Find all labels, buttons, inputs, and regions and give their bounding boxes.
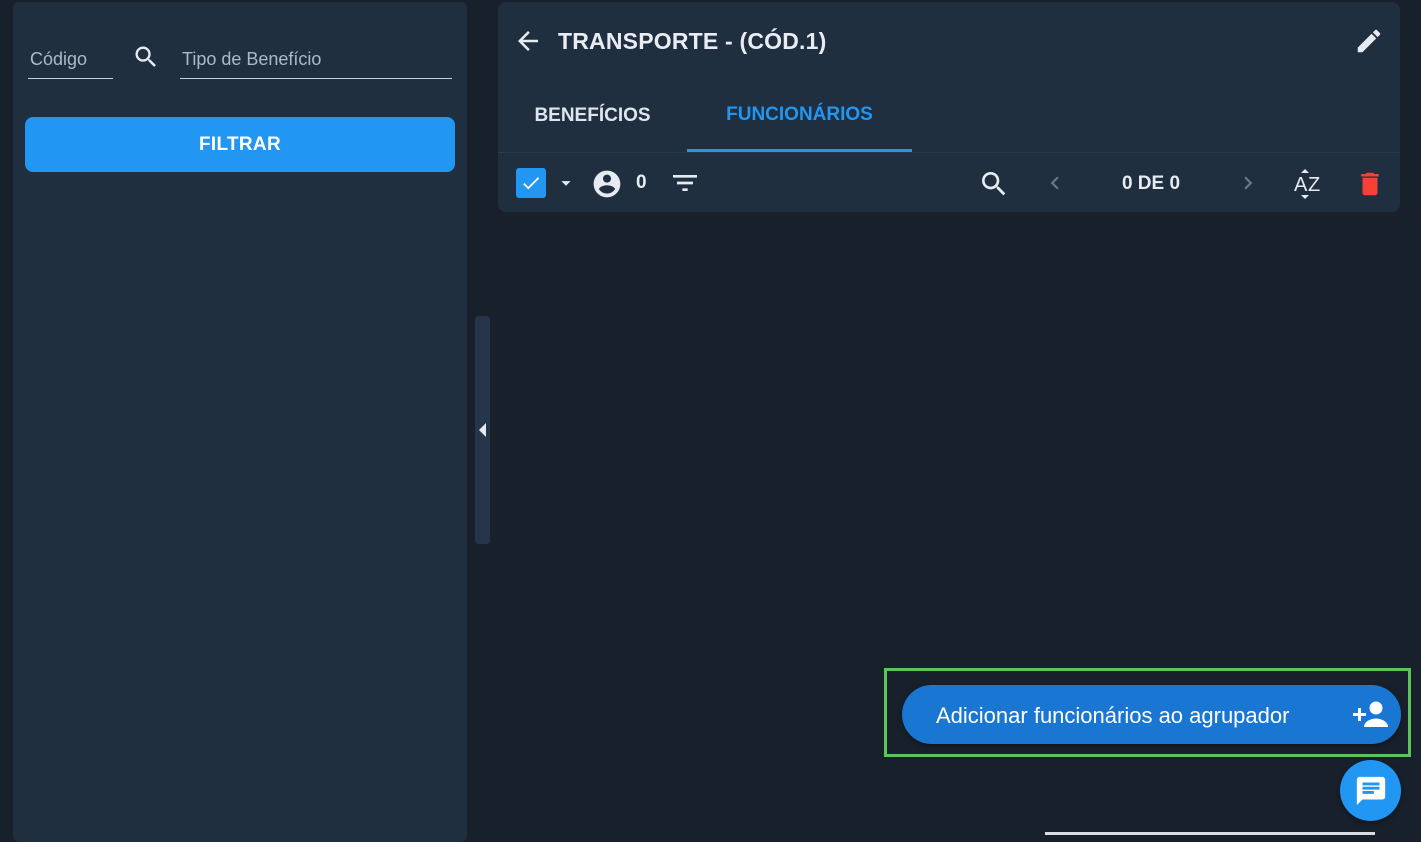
chat-button[interactable] bbox=[1340, 760, 1401, 821]
pagination-status: 0 DE 0 bbox=[1121, 173, 1181, 194]
list-toolbar: 0 0 DE 0 A Z bbox=[498, 152, 1400, 213]
search-icon[interactable] bbox=[977, 167, 1011, 201]
filter-button[interactable]: FILTRAR bbox=[25, 117, 455, 172]
tab-employees[interactable]: FUNCIONÁRIOS bbox=[687, 80, 912, 152]
sort-az-icon[interactable]: A Z bbox=[1290, 167, 1328, 201]
code-input[interactable] bbox=[28, 42, 117, 76]
panel-collapse-handle[interactable] bbox=[475, 316, 490, 544]
pencil-icon[interactable] bbox=[1352, 24, 1386, 58]
search-icon[interactable] bbox=[131, 42, 161, 72]
selected-count: 0 bbox=[636, 172, 647, 193]
svg-text:A: A bbox=[1294, 174, 1308, 196]
caret-left-icon bbox=[478, 423, 486, 437]
account-circle-icon bbox=[591, 168, 623, 200]
person-add-icon bbox=[1351, 699, 1389, 729]
filter-panel: FILTRAR bbox=[13, 2, 467, 842]
detail-header: TRANSPORTE - (CÓD.1) bbox=[498, 2, 1400, 80]
chat-icon bbox=[1356, 776, 1385, 805]
filter-list-icon[interactable] bbox=[668, 169, 702, 197]
benefit-type-field-wrapper bbox=[180, 42, 456, 79]
select-all-checkbox[interactable] bbox=[516, 168, 546, 198]
tab-bar: BENEFÍCIOS FUNCIONÁRIOS bbox=[498, 80, 1400, 152]
code-field-wrapper bbox=[28, 42, 117, 79]
benefit-type-input[interactable] bbox=[180, 42, 456, 76]
add-employees-label: Adicionar funcionários ao agrupador bbox=[936, 703, 1290, 728]
trash-icon[interactable] bbox=[1354, 167, 1386, 201]
arrow-left-icon[interactable] bbox=[512, 25, 544, 57]
svg-text:Z: Z bbox=[1308, 174, 1320, 196]
chevron-left-icon[interactable] bbox=[1041, 169, 1069, 197]
add-employees-button[interactable]: Adicionar funcionários ao agrupador bbox=[902, 685, 1401, 744]
chevron-right-icon[interactable] bbox=[1234, 169, 1262, 197]
check-icon bbox=[523, 177, 540, 190]
page-title: TRANSPORTE - (CÓD.1) bbox=[558, 28, 827, 54]
tab-benefits[interactable]: BENEFÍCIOS bbox=[498, 80, 687, 152]
chevron-down-icon[interactable] bbox=[554, 171, 578, 195]
detail-card: TRANSPORTE - (CÓD.1) BENEFÍCIOS FUNCIONÁ… bbox=[498, 2, 1400, 212]
